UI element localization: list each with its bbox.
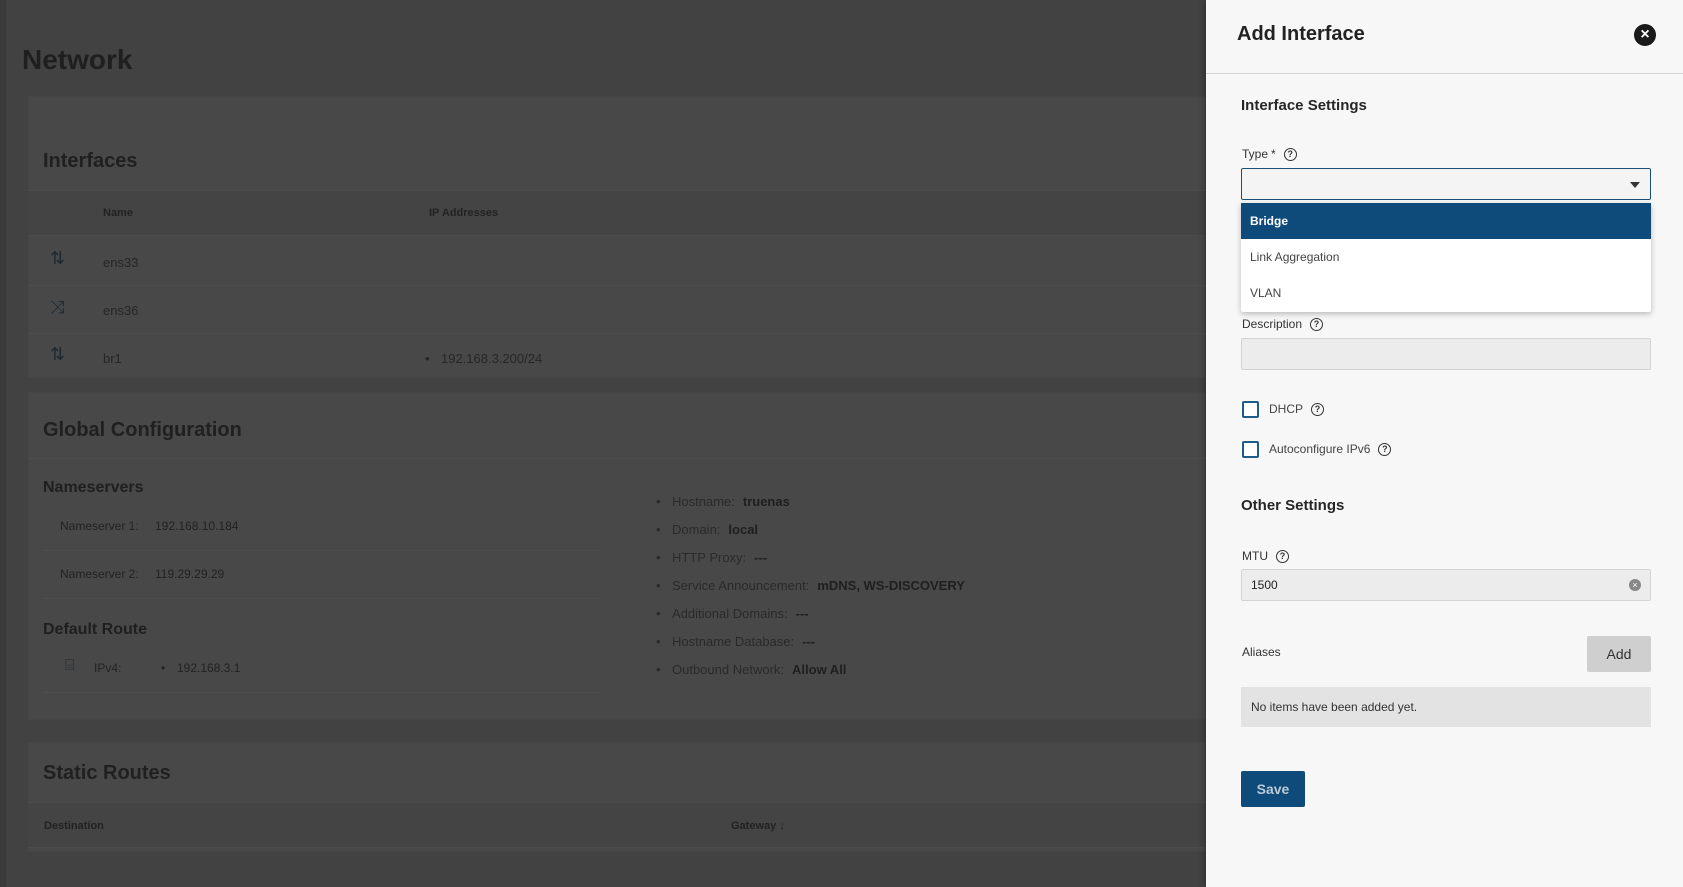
ipv4-value: 192.168.3.1 [161, 661, 241, 675]
close-icon[interactable]: × [1634, 24, 1656, 46]
sidebar-edge [0, 0, 6, 887]
row-divider [43, 692, 601, 693]
column-gateway[interactable]: Gateway ↓ [731, 820, 785, 832]
option-vlan[interactable]: VLAN [1241, 275, 1651, 311]
interfaces-title: Interfaces [43, 150, 138, 172]
gc-service-announcement: Service Announcement:mDNS, WS-DISCOVERY [656, 578, 965, 593]
nameserver2-label: Nameserver 2: [60, 567, 139, 581]
dhcp-checkbox[interactable] [1242, 401, 1259, 418]
nameserver2-value: 119.29.29.29 [155, 567, 225, 581]
section-divider [28, 458, 1206, 459]
option-link-aggregation[interactable]: Link Aggregation [1241, 239, 1651, 275]
mtu-label: MTU? [1242, 549, 1289, 564]
interface-up-icon: ⇅ [50, 344, 66, 364]
interface-up-icon: ⇅ [50, 248, 66, 268]
nameserver1-value: 192.168.10.184 [155, 519, 239, 533]
row-divider [43, 550, 601, 551]
gc-outbound-network: Outbound Network:Allow All [656, 662, 846, 677]
interfaces-card [28, 96, 1206, 378]
clear-icon[interactable]: × [1629, 579, 1641, 591]
interface-settings-title: Interface Settings [1241, 97, 1367, 114]
interface-down-icon: ⤨ [50, 297, 65, 317]
gc-http-proxy: HTTP Proxy:--- [656, 550, 767, 565]
network-page: Network Interfaces Name IP Addresses ⇅ e… [0, 0, 1206, 887]
global-config-title: Global Configuration [43, 419, 242, 441]
row-divider [28, 333, 1206, 334]
aliases-empty-state: No items have been added yet. [1241, 687, 1651, 727]
type-dropdown: Bridge Link Aggregation VLAN [1241, 203, 1651, 312]
help-icon[interactable]: ? [1311, 403, 1325, 417]
interface-name[interactable]: br1 [103, 351, 122, 366]
interface-name[interactable]: ens33 [103, 255, 138, 270]
type-label: Type *? [1242, 147, 1297, 162]
gc-additional-domains: Additional Domains:--- [656, 606, 809, 621]
drawer-title: Add Interface [1237, 23, 1365, 45]
row-divider [43, 598, 601, 599]
help-icon[interactable]: ? [1283, 148, 1297, 162]
option-bridge[interactable]: Bridge [1241, 203, 1651, 239]
page-title: Network [22, 44, 133, 75]
interface-name[interactable]: ens36 [103, 303, 138, 318]
column-ip-addresses: IP Addresses [429, 207, 499, 219]
gc-domain: Domain:local [656, 522, 758, 537]
type-select[interactable] [1241, 168, 1651, 200]
help-icon[interactable]: ? [1276, 550, 1289, 564]
save-button[interactable]: Save [1241, 771, 1305, 807]
description-input[interactable] [1241, 338, 1651, 370]
mtu-input[interactable]: 1500 × [1241, 569, 1651, 601]
other-settings-title: Other Settings [1241, 497, 1345, 514]
aliases-label: Aliases [1242, 645, 1281, 659]
gc-hostname: Hostname:truenas [656, 494, 790, 509]
autoconfigure-ipv6-label: Autoconfigure IPv6? [1269, 442, 1392, 457]
static-routes-header-row [28, 802, 1206, 848]
nameservers-title: Nameservers [43, 479, 144, 496]
static-routes-title: Static Routes [43, 762, 171, 784]
chevron-down-icon [1630, 182, 1640, 188]
add-interface-drawer: Add Interface × Interface Settings Type *… [1206, 0, 1683, 887]
description-label: Description? [1242, 317, 1324, 332]
row-divider [28, 285, 1206, 286]
interfaces-header-row [28, 190, 1206, 236]
autoconfigure-ipv6-checkbox[interactable] [1242, 441, 1259, 458]
sort-down-icon: ↓ [779, 820, 785, 832]
dhcp-label: DHCP? [1269, 402, 1325, 417]
column-name: Name [103, 207, 133, 219]
router-icon: ⌸ [65, 657, 75, 674]
column-destination[interactable]: Destination [44, 820, 104, 832]
drawer-header: Add Interface × [1206, 0, 1683, 74]
help-icon[interactable]: ? [1310, 318, 1324, 332]
nameserver1-label: Nameserver 1: [60, 519, 139, 533]
help-icon[interactable]: ? [1378, 443, 1392, 457]
interface-ip: 192.168.3.200/24 [425, 351, 542, 366]
add-alias-button[interactable]: Add [1587, 636, 1651, 672]
default-route-title: Default Route [43, 621, 147, 638]
ipv4-label: IPv4: [94, 661, 122, 675]
gc-hostname-database: Hostname Database:--- [656, 634, 815, 649]
